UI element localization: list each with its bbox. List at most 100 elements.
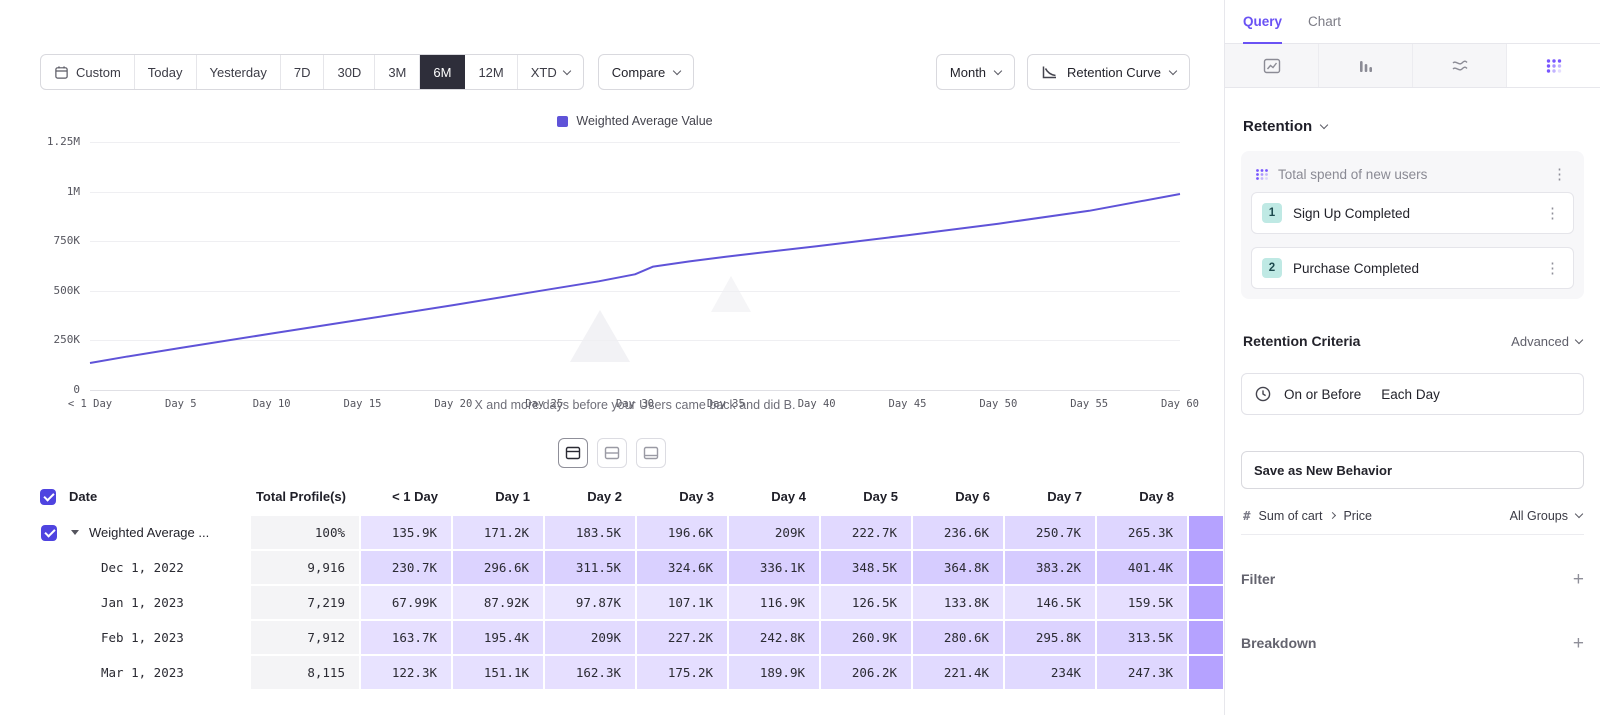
tab-query[interactable]: Query [1243, 0, 1282, 43]
plot-area: 1.25M1M750K500K250K0< 1 DayDay 5Day 10Da… [90, 142, 1180, 390]
retention-value-cell: 265.3K [1096, 515, 1188, 550]
retention-section-header[interactable]: Retention [1243, 118, 1582, 135]
range-yesterday[interactable]: Yesterday [197, 55, 281, 89]
retention-curve-icon [1041, 65, 1058, 80]
compare-button[interactable]: Compare [598, 54, 694, 90]
measure-row[interactable]: # Sum of cart Price All Groups [1241, 501, 1584, 535]
range-12m[interactable]: 12M [465, 55, 517, 89]
overflow-cell [1188, 655, 1224, 690]
app: Custom Today Yesterday7D30D3M6M 12M XTD Comp… [0, 0, 1600, 715]
x-axis-caption: X and more days before your Users came b… [90, 398, 1180, 412]
measure-property: Sum of cart [1259, 509, 1323, 523]
retention-value-cell: 221.4K [912, 655, 1004, 690]
range-6m[interactable]: 6M [420, 55, 465, 89]
flows-icon [1451, 58, 1469, 74]
view-toggle-split-even[interactable] [597, 438, 627, 468]
chevron-down-icon [1575, 335, 1583, 343]
chart-view-button[interactable]: Retention Curve [1027, 54, 1190, 90]
retention-value-cell: 296.6K [452, 550, 544, 585]
range-today[interactable]: Today [135, 55, 197, 89]
column-header: Total Profile(s) [250, 478, 360, 515]
kebab-menu-icon[interactable]: ⋮ [1549, 167, 1570, 182]
row-checkbox[interactable] [41, 525, 57, 541]
add-breakdown-button[interactable]: + [1573, 634, 1584, 653]
select-all-checkbox[interactable] [40, 489, 56, 505]
add-filter-button[interactable]: + [1573, 570, 1584, 589]
range-3m[interactable]: 3M [375, 55, 420, 89]
column-header: < 1 Day [360, 478, 452, 515]
retention-table: DateTotal Profile(s)< 1 DayDay 1Day 2Day… [0, 478, 1224, 690]
row-label-cell: Jan 1, 2023 [0, 585, 250, 620]
table-row: Jan 1, 20237,21967.99K87.92K97.87K107.1K… [0, 585, 1224, 620]
range-custom[interactable]: Custom [41, 55, 135, 89]
behavior-card: Total spend of new users ⋮ 1Sign Up Comp… [1241, 151, 1584, 299]
retention-value-cell: 67.99K [360, 585, 452, 620]
caret-down-icon[interactable] [71, 530, 79, 535]
retention-value-cell: 311.5K [544, 550, 636, 585]
row-label-cell: Dec 1, 2022 [0, 550, 250, 585]
behavior-step[interactable]: 2Purchase Completed⋮ [1251, 247, 1574, 289]
step-number-badge: 2 [1262, 258, 1282, 278]
column-header: Day 7 [1004, 478, 1096, 515]
overflow-cell [1188, 550, 1224, 585]
breakdown-section: Breakdown + [1241, 611, 1584, 675]
group-dropdown-label[interactable]: All Groups [1510, 509, 1568, 523]
row-label: Weighted Average ... [89, 525, 209, 540]
behavior-step[interactable]: 1Sign Up Completed⋮ [1251, 192, 1574, 234]
total-profiles-cell: 7,912 [250, 620, 360, 655]
range-label: Today [148, 65, 183, 80]
chevron-down-icon [1169, 66, 1177, 74]
granularity-button[interactable]: Month [936, 54, 1015, 90]
step-number-badge: 1 [1262, 203, 1282, 223]
retention-value-cell: 87.92K [452, 585, 544, 620]
chevron-down-icon [1575, 510, 1583, 518]
legend-swatch [557, 116, 568, 127]
advanced-dropdown[interactable]: Advanced [1511, 334, 1582, 349]
retention-value-cell: 324.6K [636, 550, 728, 585]
chart-type-funnels[interactable] [1319, 44, 1413, 87]
timing-primary[interactable]: On or Before [1284, 387, 1361, 402]
timing-row[interactable]: On or Before Each Day [1241, 373, 1584, 415]
retention-value-cell: 242.8K [728, 620, 820, 655]
breakdown-label: Breakdown [1241, 635, 1316, 651]
retention-value-cell: 135.9K [360, 515, 452, 550]
timing-secondary[interactable]: Each Day [1381, 387, 1440, 402]
view-toggle-split-row[interactable] [558, 438, 588, 468]
save-as-new-behavior-button[interactable]: Save as New Behavior [1241, 451, 1584, 489]
column-header-label: Date [69, 489, 97, 504]
kebab-menu-icon[interactable]: ⋮ [1542, 206, 1563, 221]
retention-value-cell: 383.2K [1004, 550, 1096, 585]
range-label: 12M [478, 65, 503, 80]
chart-type-retention[interactable] [1507, 44, 1600, 87]
column-header-overflow [1188, 478, 1224, 515]
chart-type-insights[interactable] [1225, 44, 1319, 87]
retention-value-cell: 227.2K [636, 620, 728, 655]
toolbar-right: Month Retention Curve [936, 54, 1190, 90]
kebab-menu-icon[interactable]: ⋮ [1542, 261, 1563, 276]
table-row: Weighted Average ...100%135.9K171.2K183.… [0, 515, 1224, 550]
retention-value-cell: 126.5K [820, 585, 912, 620]
column-header: Day 8 [1096, 478, 1188, 515]
view-toggle-table-focus[interactable] [636, 438, 666, 468]
chart-legend[interactable]: Weighted Average Value [90, 114, 1180, 128]
tab-chart[interactable]: Chart [1308, 0, 1341, 43]
legend-label: Weighted Average Value [576, 114, 712, 128]
chart-view-label: Retention Curve [1067, 65, 1161, 80]
range-xtd[interactable]: XTD [518, 55, 583, 89]
criteria-label: Retention Criteria [1243, 333, 1511, 349]
chart-type-flows[interactable] [1413, 44, 1507, 87]
table-body: Weighted Average ...100%135.9K171.2K183.… [0, 515, 1224, 690]
table-row: Mar 1, 20238,115122.3K151.1K162.3K175.2K… [0, 655, 1224, 690]
retention-value-cell: 195.4K [452, 620, 544, 655]
retention-value-cell: 295.8K [1004, 620, 1096, 655]
column-header: Day 3 [636, 478, 728, 515]
range-7d[interactable]: 7D [281, 55, 325, 89]
chart-type-tiles [1225, 44, 1600, 88]
retention-value-cell: 280.6K [912, 620, 1004, 655]
retention-value-cell: 348.5K [820, 550, 912, 585]
column-header-date: Date [0, 478, 250, 515]
funnels-icon [1357, 58, 1375, 74]
retention-value-cell: 364.8K [912, 550, 1004, 585]
toolbar: Custom Today Yesterday7D30D3M6M 12M XTD Comp… [40, 54, 1190, 90]
range-30d[interactable]: 30D [324, 55, 375, 89]
